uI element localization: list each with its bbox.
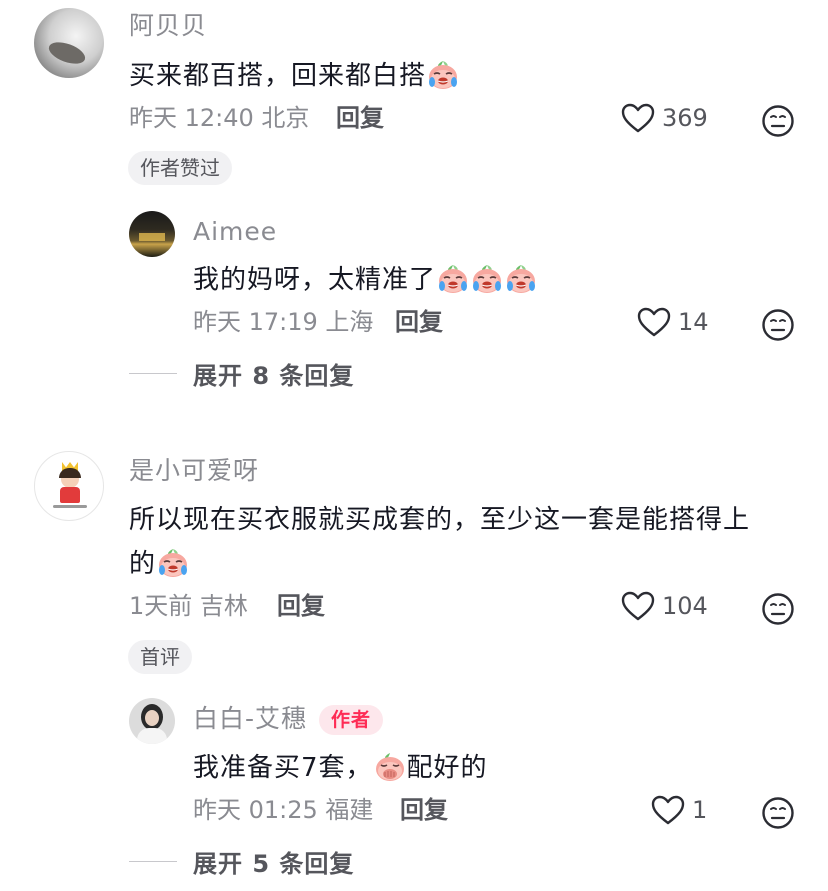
reply-button[interactable]: 回复: [395, 306, 443, 338]
expand-replies-label: 展开 5 条回复: [193, 850, 355, 878]
crying-laugh-peach-emoji: [156, 546, 190, 578]
dislike-icon[interactable]: [761, 796, 795, 830]
like-button[interactable]: 104: [620, 590, 708, 622]
avatar[interactable]: [34, 451, 104, 521]
reply-username: 白白-艾穗 作者: [193, 703, 384, 735]
like-count: 14: [678, 308, 709, 336]
avatar[interactable]: [129, 698, 175, 744]
comment-text: 买来都百搭，回来都白搭: [129, 54, 460, 98]
reply-text-part: 配好的: [406, 753, 488, 783]
divider: [129, 373, 177, 374]
dislike-icon[interactable]: [761, 592, 795, 626]
like-button[interactable]: 14: [636, 306, 709, 338]
reply-username-text[interactable]: 白白-艾穗: [193, 704, 307, 733]
comment-username[interactable]: 阿贝贝: [129, 10, 207, 42]
expand-replies-button[interactable]: 展开 8 条回复: [129, 356, 354, 391]
expand-replies-button[interactable]: 展开 5 条回复: [129, 844, 354, 879]
crying-laugh-peach-emoji: [426, 58, 460, 90]
comment-time-location: 1天前 吉林: [129, 592, 248, 620]
like-button[interactable]: 369: [620, 102, 708, 134]
reply-button[interactable]: 回复: [277, 590, 325, 622]
author-liked-badge: 作者赞过: [128, 151, 232, 185]
avatar[interactable]: [129, 211, 175, 257]
author-tag: 作者: [319, 705, 384, 735]
reply-username[interactable]: Aimee: [193, 216, 277, 248]
divider: [129, 861, 177, 862]
like-count: 369: [662, 104, 708, 132]
crying-laugh-peach-emoji: [470, 262, 504, 294]
comment-time-location: 昨天 12:40 北京: [129, 104, 310, 132]
dislike-icon[interactable]: [761, 308, 795, 342]
reply-button[interactable]: 回复: [400, 794, 448, 826]
crying-laugh-peach-emoji: [504, 262, 538, 294]
like-count: 104: [662, 592, 708, 620]
covering-mouth-peach-emoji: [373, 750, 407, 782]
like-count: 1: [692, 796, 708, 824]
crying-laugh-peach-emoji: [436, 262, 470, 294]
like-button[interactable]: 1: [650, 794, 707, 826]
first-comment-badge: 首评: [128, 640, 192, 674]
reply-button[interactable]: 回复: [336, 102, 384, 134]
reply-time-location: 昨天 01:25 福建: [193, 796, 374, 824]
heart-icon: [650, 794, 686, 826]
heart-icon: [636, 306, 672, 338]
reply-text: 我的妈呀，太精准了: [193, 258, 538, 302]
expand-replies-label: 展开 8 条回复: [193, 362, 355, 390]
comment-text: 所以现在买衣服就买成套的，至少这一套是能搭得上 的: [129, 498, 819, 586]
heart-icon: [620, 102, 656, 134]
comment-text-line: 所以现在买衣服就买成套的，至少这一套是能搭得上: [129, 505, 751, 535]
comment-text-content: 买来都百搭，回来都白搭: [129, 61, 427, 91]
comment-text-line: 的: [129, 549, 157, 579]
reply-text-part: 我准备买7套，: [193, 753, 373, 783]
heart-icon: [620, 590, 656, 622]
avatar[interactable]: [34, 8, 104, 78]
reply-text: 我准备买7套， 配好的: [193, 746, 488, 790]
comment-username[interactable]: 是小可爱呀: [129, 455, 259, 487]
reply-text-content: 我的妈呀，太精准了: [193, 265, 437, 295]
reply-time-location: 昨天 17:19 上海: [193, 308, 374, 336]
dislike-icon[interactable]: [761, 104, 795, 138]
